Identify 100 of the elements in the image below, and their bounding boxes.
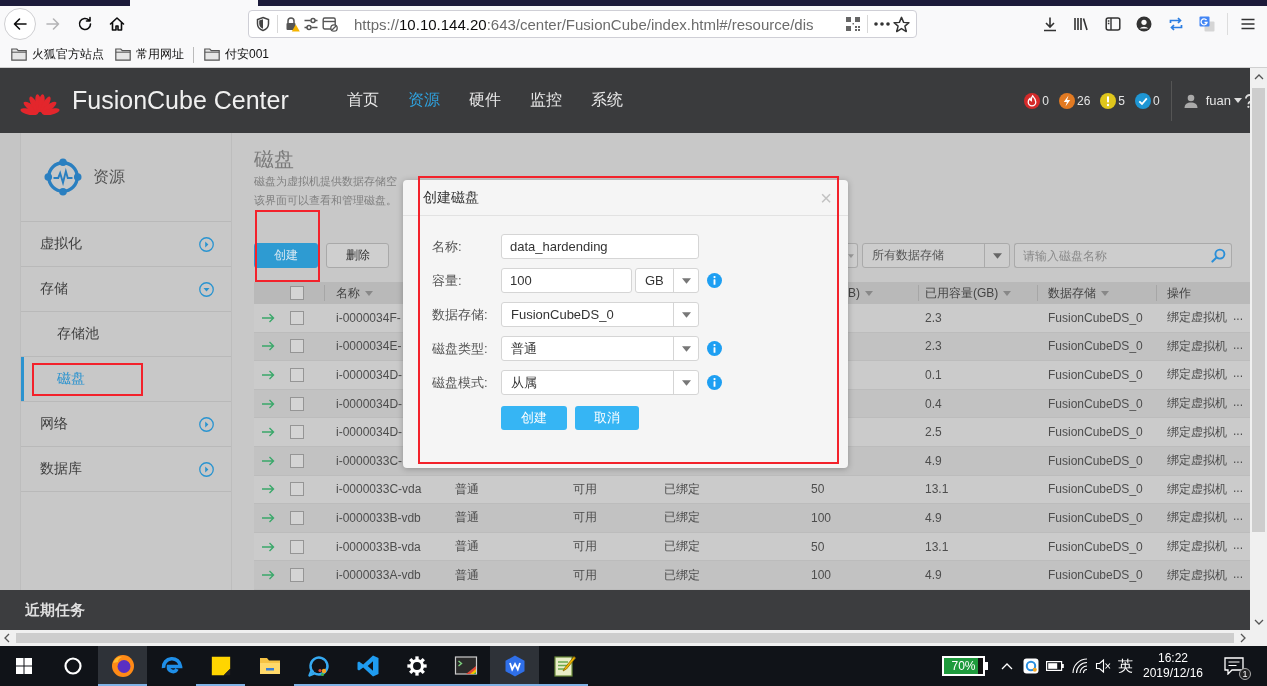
more-link[interactable]: ... [1233,423,1243,441]
translate-icon[interactable] [1199,16,1215,32]
column-header[interactable]: 操作 [1167,284,1191,302]
info-icon[interactable] [707,341,722,356]
bind-vm-link[interactable]: 绑定虚拟机 [1167,366,1227,384]
column-header[interactable]: B) [848,286,873,300]
more-link[interactable]: ... [1233,309,1243,327]
sync-icon[interactable] [1167,16,1184,32]
sidebar-item[interactable]: 数据库 [21,447,231,492]
bind-vm-link[interactable]: 绑定虚拟机 [1167,538,1227,556]
more-link[interactable]: ... [1233,337,1243,355]
taskbar-button[interactable] [98,646,147,686]
select-field[interactable]: 从属 [501,370,699,395]
flame-alert-icon[interactable] [1024,92,1041,109]
bookmark-folder[interactable]: 付安001 [200,44,274,65]
help-icon[interactable] [1245,93,1250,108]
checkbox[interactable] [290,310,304,325]
checkbox[interactable] [290,453,304,468]
nav-tab[interactable]: 硬件 [468,90,501,111]
checkbox[interactable] [290,339,304,354]
qr-code-icon[interactable] [845,16,861,32]
back-button[interactable] [4,8,36,40]
check-alert-icon[interactable] [1135,92,1151,109]
star-icon[interactable] [893,15,910,33]
battery-indicator[interactable]: 70% [942,656,988,676]
bookmark-folder[interactable]: 火狐官方站点 [7,44,108,65]
bind-vm-link[interactable]: 绑定虚拟机 [1167,509,1227,527]
alarm-count[interactable]: 0 [1153,93,1160,108]
checkbox[interactable] [290,539,304,554]
column-header[interactable]: 已用容量(GB) [925,284,1012,302]
more-link[interactable]: ... [1233,366,1243,384]
checkbox[interactable] [290,510,304,525]
number-field[interactable]: 100 [501,268,632,293]
download-icon[interactable] [1041,16,1058,32]
address-bar[interactable]: https://10.10.144.20:643/center/FusionCube/index.html#/resource/dis [248,10,917,38]
more-link[interactable]: ... [1233,566,1243,584]
alarm-count[interactable]: 26 [1076,93,1091,108]
clock[interactable]: 16:22 2019/12/16 [1140,651,1206,681]
sidebar-item[interactable]: 网络 [21,402,231,447]
more-link[interactable]: ... [1233,480,1243,498]
text-field[interactable]: data_hardending [501,234,699,259]
nav-tab[interactable]: 首页 [346,90,379,111]
recent-tasks-title[interactable]: 近期任务 [25,600,85,620]
user-icon[interactable] [1183,93,1198,108]
chevron-down-icon[interactable] [1253,619,1264,625]
bind-vm-link[interactable]: 绑定虚拟机 [1167,337,1227,355]
lightning-alert-icon[interactable] [1058,92,1075,109]
more-icon[interactable] [874,22,890,26]
blocked-page-icon[interactable] [322,16,338,32]
bind-vm-link[interactable]: 绑定虚拟机 [1167,566,1227,584]
input-method-indicator[interactable]: 英 [1118,656,1133,676]
library-icon[interactable] [1073,16,1089,32]
wifi-icon[interactable] [1072,658,1088,674]
more-link[interactable]: ... [1233,538,1243,556]
sidebar-item[interactable]: 存储 [21,267,231,312]
alarm-count[interactable]: 0 [1042,93,1049,108]
nav-tab[interactable]: 资源 [407,90,440,111]
more-link[interactable]: ... [1233,395,1243,413]
bind-vm-link[interactable]: 绑定虚拟机 [1167,395,1227,413]
checkbox[interactable] [290,482,304,497]
nav-tab[interactable]: 系统 [590,90,623,111]
chevron-left-icon[interactable] [4,633,10,643]
permissions-icon[interactable] [303,16,319,32]
alarm-count[interactable]: 5 [1118,93,1125,108]
scroll-thumb[interactable] [16,633,1234,643]
tray-app-icon[interactable] [1023,658,1039,674]
unit-select[interactable]: GB [635,268,699,293]
checkbox[interactable] [290,396,304,411]
dropdown-field[interactable] [848,243,858,268]
column-header[interactable]: 数据存储 [1048,284,1109,302]
scroll-thumb[interactable] [1252,88,1265,532]
column-header[interactable]: 名称 [336,284,373,302]
user-name[interactable]: fuan [1205,93,1231,108]
speaker-muted-icon[interactable] [1095,658,1111,674]
info-icon[interactable] [707,273,722,288]
battery-icon[interactable] [1046,661,1064,671]
bind-vm-link[interactable]: 绑定虚拟机 [1167,423,1227,441]
sidebar-subitem[interactable]: 存储池 [21,312,231,357]
bind-vm-link[interactable]: 绑定虚拟机 [1167,452,1227,470]
select-field[interactable]: FusionCubeDS_0 [501,302,699,327]
info-icon[interactable] [707,375,722,390]
bind-vm-link[interactable]: 绑定虚拟机 [1167,480,1227,498]
lock-warning-icon[interactable] [284,16,300,32]
checkbox[interactable] [290,568,304,583]
sidebar-icon[interactable] [1104,16,1121,32]
toolbar-button[interactable]: 删除 [326,243,389,268]
checkbox[interactable] [290,286,304,300]
more-link[interactable]: ... [1233,452,1243,470]
bookmark-folder[interactable]: 常用网址 [111,44,188,65]
more-link[interactable]: ... [1233,509,1243,527]
select-field[interactable]: 普通 [501,336,699,361]
checkbox[interactable] [290,368,304,382]
checkbox[interactable] [290,425,304,440]
sidebar-item[interactable]: 虚拟化 [21,222,231,267]
exclamation-alert-icon[interactable] [1100,92,1117,109]
select-field[interactable]: 所有数据存储 [862,243,1010,268]
account-icon[interactable] [1136,16,1152,32]
nav-tab[interactable]: 监控 [529,90,562,111]
bind-vm-link[interactable]: 绑定虚拟机 [1167,309,1227,327]
caret-down-icon[interactable] [1234,98,1242,103]
